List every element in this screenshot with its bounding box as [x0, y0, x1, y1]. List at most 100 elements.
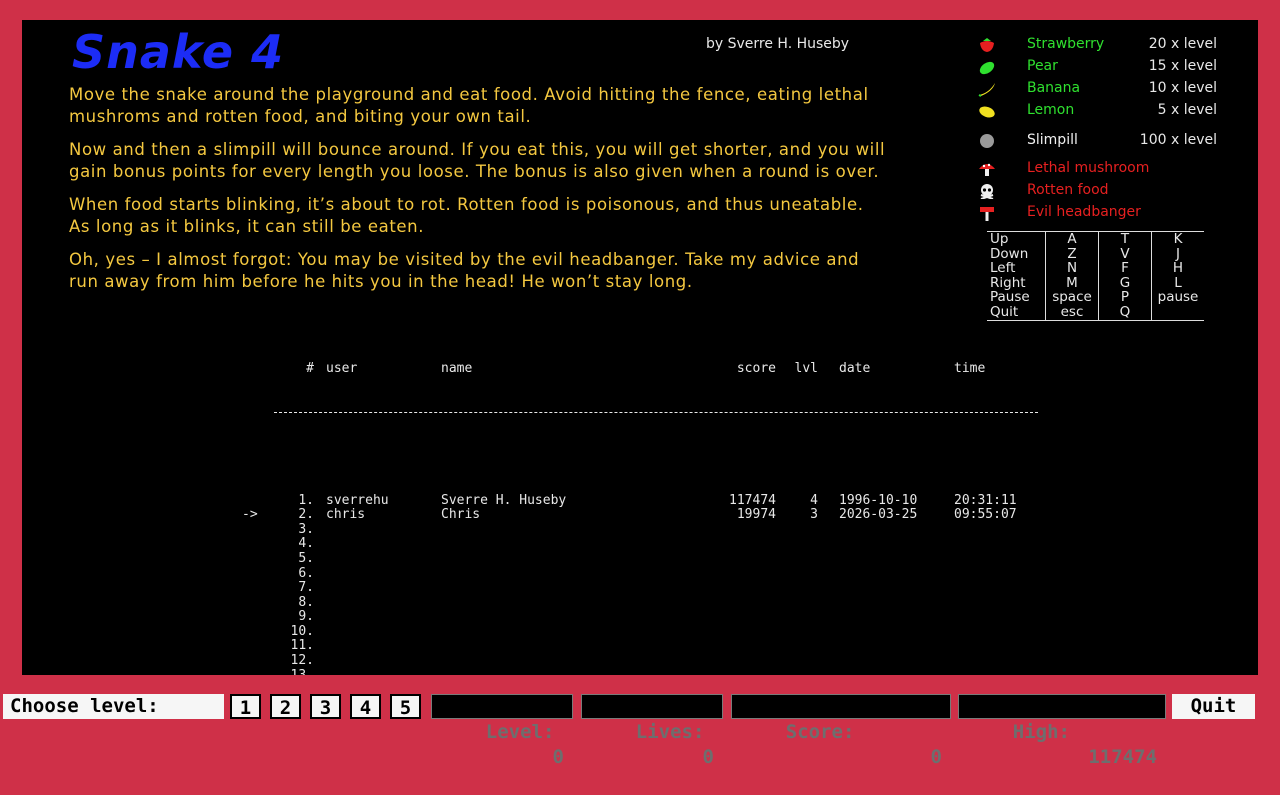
level-2-button[interactable]: 2	[270, 694, 301, 719]
instructions-paragraph: Oh, yes – I almost forgot: You may be vi…	[69, 250, 860, 291]
score-label: Score:	[785, 721, 855, 743]
key-cell: esc	[1045, 305, 1099, 320]
key-cell: A	[1045, 232, 1099, 247]
score-display: Score: 0	[731, 694, 951, 768]
legend-label: Strawberry	[1027, 36, 1105, 52]
legend-label: Lemon	[1027, 102, 1075, 118]
cell-time: 20:31:11	[954, 492, 1017, 508]
key-cell: H	[1151, 261, 1204, 276]
cell-time: 09:55:07	[954, 507, 1017, 523]
legend-row-lemon: Lemon 5 x level	[977, 100, 1217, 122]
highscore-row: 5.	[242, 550, 1062, 567]
level-1-button[interactable]: 1	[230, 694, 261, 719]
key-action-label: Right	[990, 274, 1026, 291]
high-display: High: 117474	[958, 694, 1166, 768]
score-value: 0	[930, 746, 942, 768]
level-value: 0	[552, 746, 564, 768]
key-cell: V	[1098, 246, 1152, 262]
cell-num: 11.	[290, 638, 314, 654]
mushroom-icon	[979, 163, 995, 176]
banana-icon	[978, 83, 995, 97]
legend-row-slimpill: Slimpill 100 x level	[977, 130, 1217, 152]
cell-num: 8.	[298, 594, 314, 610]
header-user: user	[326, 361, 358, 377]
legend-label: Lethal mushroom	[1027, 160, 1150, 176]
key-action-label: Up	[990, 231, 1009, 247]
slimpill-icon	[980, 134, 994, 148]
pear-icon	[979, 61, 995, 75]
header-score: score	[736, 361, 776, 377]
item-legend: Strawberry 20 x level Pear 15 x level Ba…	[977, 34, 1217, 224]
key-action-label: Down	[990, 245, 1029, 262]
high-label: High:	[1012, 721, 1070, 743]
level-display: Level: 0	[431, 694, 573, 768]
cell-num: 3.	[298, 521, 314, 537]
highscore-table: # user name score lvl date time 1. sverre…	[242, 333, 1062, 675]
level-4-button[interactable]: 4	[350, 694, 381, 719]
cell-name: Chris	[441, 507, 481, 523]
high-value: 117474	[1088, 746, 1157, 768]
legend-row-banana: Banana 10 x level	[977, 78, 1217, 100]
skull-icon	[980, 184, 994, 199]
instructions-paragraph: Now and then a slimpill will bounce arou…	[69, 140, 886, 181]
quit-button[interactable]: Quit	[1172, 694, 1255, 719]
legend-points: 10 x level	[1148, 80, 1217, 96]
legend-label: Rotten food	[1027, 182, 1109, 198]
cell-num: 7.	[298, 580, 314, 596]
highscore-row: 9.	[242, 610, 1062, 625]
level-3-button[interactable]: 3	[310, 694, 341, 719]
cell-name: Sverre H. Huseby	[441, 492, 567, 508]
highscore-row: 6.	[242, 565, 1062, 582]
cell-num: 1.	[298, 492, 314, 508]
key-cell: L	[1151, 276, 1204, 291]
legend-row-strawberry: Strawberry 20 x level	[977, 34, 1217, 56]
key-cell: Z	[1045, 246, 1099, 262]
key-cell: pause	[1151, 290, 1204, 305]
cell-num: 13.	[272, 668, 314, 675]
highscore-row: -> 2. chris Chris 19974 3 2026-03-25 09:55:07	[242, 508, 1062, 523]
legend-row-mushroom: Lethal mushroom	[977, 158, 1217, 180]
legend-label: Evil headbanger	[1027, 204, 1141, 220]
header-num: #	[306, 361, 314, 377]
cell-date: 2026-03-25	[839, 507, 918, 523]
highscore-row: 4.	[242, 537, 1062, 552]
key-action-label: Left	[990, 260, 1016, 277]
instructions-paragraph: When food starts blinking, it’s about to…	[69, 195, 864, 236]
highscore-row: 12.	[242, 653, 1062, 669]
legend-label: Pear	[1027, 58, 1058, 74]
cell-date: 1996-10-10	[839, 492, 918, 508]
cell-num: 4.	[298, 536, 314, 552]
highscore-row: 3.	[242, 521, 1062, 538]
header-lvl: lvl	[794, 361, 818, 377]
legend-points: 100 x level	[1139, 132, 1217, 148]
author-byline: by Sverre H. Huseby	[706, 36, 850, 52]
highscore-row: 10.	[242, 624, 1062, 640]
game-screen: Snake 4 by Sverre H. Huseby Move the sna…	[22, 20, 1258, 675]
legend-points: 15 x level	[1148, 58, 1217, 74]
legend-row-rotten: Rotten food	[977, 180, 1217, 202]
cell-num: 9.	[298, 609, 314, 625]
game-title: Snake 4	[72, 25, 285, 79]
key-cell: space	[1045, 290, 1099, 305]
cell-num: 6.	[298, 565, 314, 581]
key-cell: J	[1151, 246, 1204, 262]
highscore-row: 8.	[242, 594, 1062, 611]
highscore-row: 1. sverrehu Sverre H. Huseby 117474 4 1996-10…	[242, 492, 1062, 509]
status-bar: Choose level: 1 2 3 4 5 Level: 0 Lives: …	[0, 691, 1280, 768]
key-action-label: Quit	[990, 303, 1019, 320]
key-cell: N	[1045, 261, 1099, 276]
level-label: Level:	[485, 721, 555, 743]
choose-level-label: Choose level:	[3, 694, 224, 719]
strawberry-icon	[980, 38, 994, 52]
cell-lvl: 4	[810, 492, 818, 508]
key-cell: F	[1098, 261, 1152, 276]
header-date: date	[839, 361, 871, 377]
key-cell: Q	[1098, 305, 1152, 320]
key-cell: K	[1151, 232, 1204, 247]
lives-value: 0	[702, 746, 714, 768]
cell-num: 12.	[290, 653, 314, 669]
level-5-button[interactable]: 5	[390, 694, 421, 719]
key-cell	[1151, 304, 1204, 320]
legend-row-headbanger: Evil headbanger	[977, 202, 1217, 224]
cell-num: 5.	[298, 550, 314, 566]
